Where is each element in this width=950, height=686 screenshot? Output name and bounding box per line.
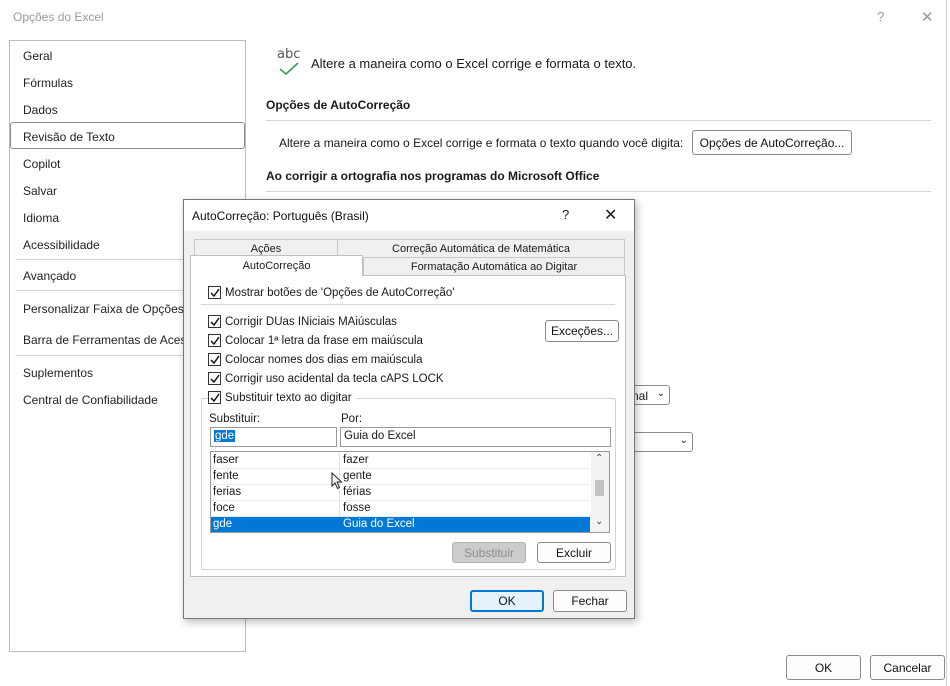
dialog-close-button[interactable]: Fechar <box>553 590 627 612</box>
background-dropdown[interactable]: ⌄ <box>630 432 693 452</box>
sidebar-item-revisao[interactable]: Revisão de Texto <box>23 130 115 144</box>
sidebar-item-salvar[interactable]: Salvar <box>23 184 57 198</box>
mouse-pointer-icon <box>331 472 343 490</box>
dialog-titlebar: AutoCorreção: Português (Brasil) ? ✕ <box>184 200 634 231</box>
sidebar-item-formulas[interactable]: Fórmulas <box>23 76 73 90</box>
abc-check-icon: abc <box>277 47 303 77</box>
close-icon[interactable]: ✕ <box>604 205 617 225</box>
dialog-ok-button[interactable]: OK <box>470 590 544 612</box>
list-item[interactable]: foce fosse <box>211 501 590 517</box>
chevron-up-icon[interactable]: ⌃ <box>595 453 603 464</box>
delete-button[interactable]: Excluir <box>537 542 611 563</box>
sidebar-item-avancado[interactable]: Avançado <box>23 269 76 283</box>
close-icon[interactable]: ✕ <box>921 8 934 26</box>
exceptions-button[interactable]: Exceções... <box>545 320 619 342</box>
cancel-button[interactable]: Cancelar <box>870 655 945 680</box>
list-item[interactable]: fente gente <box>211 469 590 485</box>
sidebar-item-copilot[interactable]: Copilot <box>23 157 60 171</box>
help-icon[interactable]: ? <box>877 9 884 24</box>
checkbox-checked-icon <box>208 372 221 385</box>
sidebar-item-central[interactable]: Central de Confiabilidade <box>23 393 158 407</box>
option-capitalize-days-checkbox[interactable]: Colocar nomes dos dias em maiúscula <box>208 353 423 366</box>
tab-autocorrecao[interactable]: AutoCorreção <box>190 255 363 276</box>
sidebar-item-personalizar[interactable]: Personalizar Faixa de Opções <box>23 302 184 316</box>
list-scrollbar[interactable]: ⌃ ⌄ <box>591 452 609 532</box>
autocorrect-dialog: AutoCorreção: Português (Brasil) ? ✕ Açõ… <box>183 199 635 619</box>
checkbox-checked-icon <box>208 286 221 299</box>
list-item[interactable]: faser fazer <box>211 453 590 469</box>
with-label: Por: <box>341 413 363 425</box>
option-capitalize-sentence-checkbox[interactable]: Colocar 1ª letra da frase em maiúscula <box>208 334 423 347</box>
checkbox-checked-icon <box>208 353 221 366</box>
help-icon[interactable]: ? <box>562 207 569 222</box>
sidebar-item-dados[interactable]: Dados <box>23 103 58 117</box>
replace-text-checkbox[interactable]: Substituir texto ao digitar <box>208 391 356 404</box>
autocorrect-entries-list[interactable]: faser fazer fente gente ferias férias fo… <box>210 451 610 533</box>
replace-label: Substituir: <box>209 413 261 425</box>
scrollbar-thumb[interactable] <box>595 480 604 496</box>
autocorrect-description: Altere a maneira como o Excel corrige e … <box>279 136 684 150</box>
checkbox-checked-icon <box>208 334 221 347</box>
sidebar-item-acessibilidade[interactable]: Acessibilidade <box>23 238 100 252</box>
spelling-section-title: Ao corrigir a ortografia nos programas d… <box>266 169 600 183</box>
sidebar-item-suplementos[interactable]: Suplementos <box>23 366 93 380</box>
show-autocorrect-buttons-checkbox[interactable]: Mostrar botões de 'Opções de AutoCorreçã… <box>208 286 454 299</box>
tab-correcao-matematica[interactable]: Correção Automática de Matemática <box>337 239 625 257</box>
panel-divider <box>201 304 615 305</box>
autocorrect-options-button[interactable]: Opções de AutoCorreção... <box>692 130 852 155</box>
chevron-down-icon: ⌄ <box>656 388 665 399</box>
checkbox-checked-icon <box>208 315 221 328</box>
chevron-down-icon[interactable]: ⌄ <box>595 516 603 527</box>
sidebar-item-idioma[interactable]: Idioma <box>23 211 59 225</box>
dialog-title: AutoCorreção: Português (Brasil) <box>192 209 369 223</box>
window-title: Opções do Excel <box>13 10 104 24</box>
section-divider <box>266 120 931 121</box>
ok-button[interactable]: OK <box>786 655 861 680</box>
tab-formatacao-automatica[interactable]: Formatação Automática ao Digitar <box>363 257 625 275</box>
section-divider <box>266 191 931 192</box>
list-item[interactable]: ferias férias <box>211 485 590 501</box>
chevron-down-icon: ⌄ <box>679 435 688 446</box>
header-description: Altere a maneira como o Excel corrige e … <box>311 56 637 71</box>
autocorrect-tab-panel: Mostrar botões de 'Opções de AutoCorreçã… <box>190 275 626 577</box>
window-border <box>946 0 947 686</box>
list-item-selected[interactable]: gde Guia do Excel <box>211 517 590 532</box>
replace-input[interactable]: gde <box>210 427 337 447</box>
option-two-initials-checkbox[interactable]: Corrigir DUas INiciais MAiúsculas <box>208 315 397 328</box>
option-caps-lock-checkbox[interactable]: Corrigir uso acidental da tecla cAPS LOC… <box>208 372 444 385</box>
with-input[interactable]: Guia do Excel <box>340 427 611 447</box>
checkbox-checked-icon <box>208 391 221 404</box>
autocorrect-section-title: Opções de AutoCorreção <box>266 98 411 112</box>
sidebar-item-geral[interactable]: Geral <box>23 49 52 63</box>
replace-button[interactable]: Substituir <box>452 542 526 563</box>
